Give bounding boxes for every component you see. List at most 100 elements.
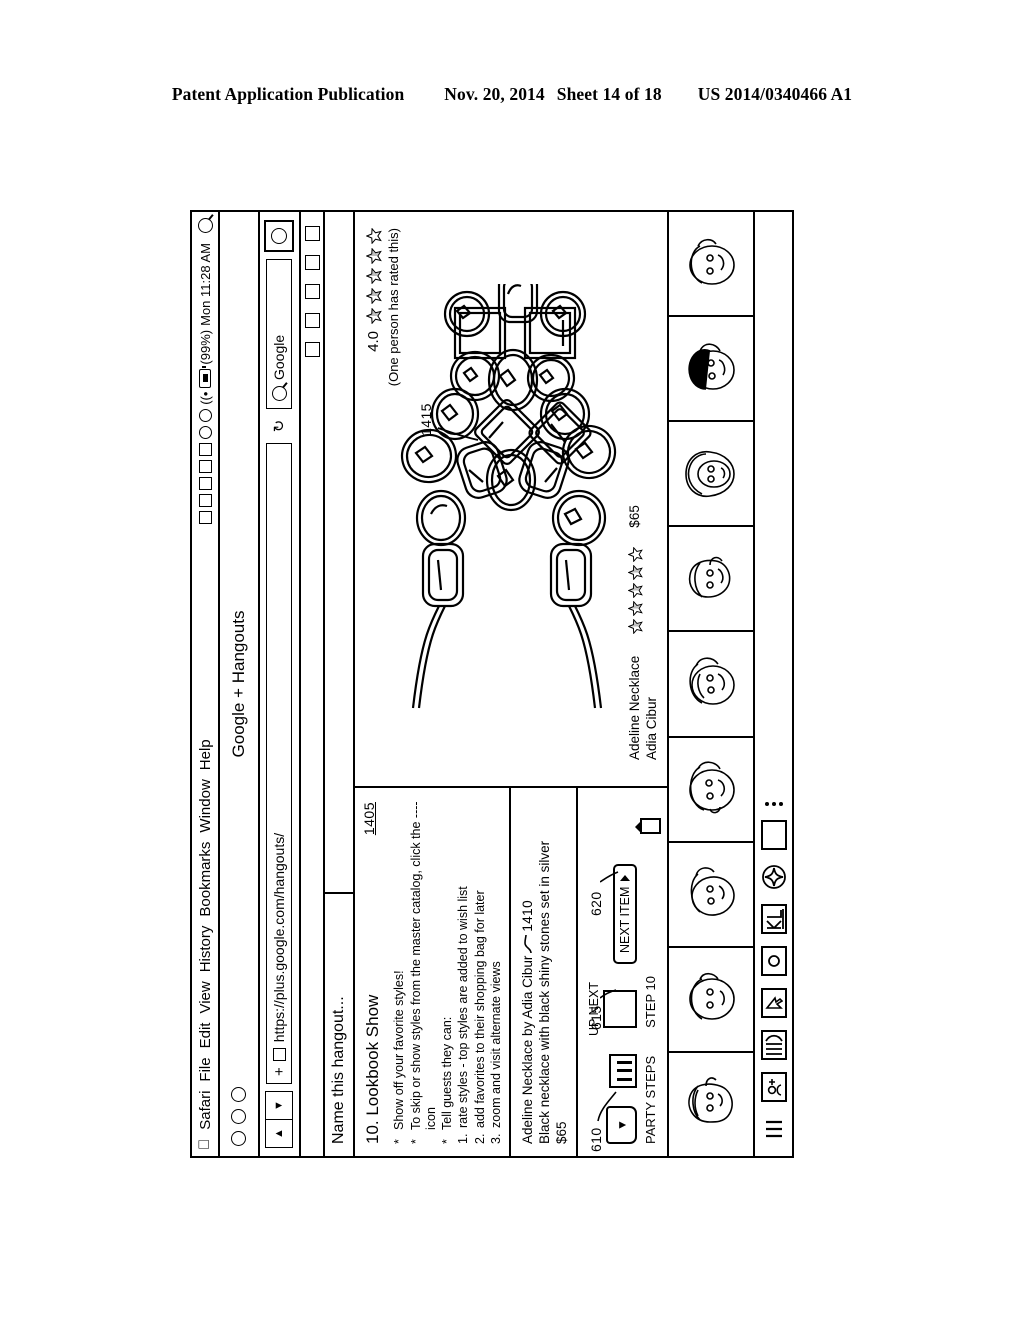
bullet-marker: * xyxy=(408,1139,423,1144)
participant-thumbnail[interactable] xyxy=(669,630,754,736)
status-icon-4[interactable] xyxy=(198,459,212,473)
bookmark-item-2[interactable] xyxy=(304,313,320,328)
tab-name-this-hangout[interactable]: Name this hangout... xyxy=(325,892,354,1156)
step-label: STEP 10 xyxy=(643,976,659,1028)
face-icon xyxy=(689,761,735,814)
star-badge-icon[interactable] xyxy=(761,862,787,892)
status-icon-3[interactable] xyxy=(198,476,212,490)
menu-bookmarks[interactable]: Bookmarks xyxy=(197,842,214,917)
search-placeholder: Google xyxy=(271,334,288,380)
participant-thumbnail[interactable] xyxy=(669,735,754,841)
record-icon[interactable] xyxy=(760,946,787,976)
menu-edit[interactable]: Edit xyxy=(197,1023,214,1049)
search-input[interactable]: Google xyxy=(266,259,293,409)
hangout-dock-toolbar xyxy=(753,212,792,1156)
equalizer-icon[interactable] xyxy=(609,1054,638,1088)
wifi-icon[interactable]: ((• xyxy=(198,392,213,405)
status-icon-7[interactable] xyxy=(198,408,212,422)
status-icon-1[interactable] xyxy=(198,510,212,524)
menu-view[interactable]: View xyxy=(197,981,214,1013)
menu-bar-status-items: ((• (99%) Mon 11:28 AM xyxy=(197,218,213,524)
pointer-icon[interactable] xyxy=(760,988,787,1018)
next-item-button[interactable]: NEXT ITEM xyxy=(613,863,638,965)
battery-icon[interactable] xyxy=(199,368,212,388)
search-icon xyxy=(271,386,287,401)
star-icon-filled[interactable] xyxy=(627,582,644,599)
add-person-icon[interactable] xyxy=(760,1072,787,1102)
party-control-row: ▼ UP NEXT NEXT ITEM xyxy=(587,800,638,1144)
bullet-marker: * xyxy=(392,1139,407,1144)
face-icon xyxy=(689,238,735,285)
menu-bar-clock: Mon 11:28 AM xyxy=(197,243,213,326)
necklace-illustration[interactable] xyxy=(365,284,645,714)
curtain-icon[interactable] xyxy=(760,1030,787,1060)
list-marker: 3. xyxy=(488,1133,503,1144)
instruction-bullet: * Tell guests they can: xyxy=(440,798,455,1144)
star-icon-filled[interactable] xyxy=(627,600,644,617)
minimize-button[interactable] xyxy=(231,1109,247,1124)
chevron-down-icon[interactable]: ▼ xyxy=(606,1106,638,1144)
star-icon-filled[interactable] xyxy=(627,564,644,581)
search-icon[interactable] xyxy=(197,218,213,233)
instructions-panel: 1405 10. Lookbook Show * Show off your f… xyxy=(355,788,509,1156)
participant-thumbnail[interactable] xyxy=(669,212,753,315)
hangout-main-area: 1405 10. Lookbook Show * Show off your f… xyxy=(355,212,668,1156)
lead-line-1410 xyxy=(523,934,533,954)
product-title-row: Adeline Necklace by Adia Cibur 1410 xyxy=(519,800,536,1144)
participant-thumbnail[interactable] xyxy=(669,945,754,1051)
participant-thumbnail[interactable] xyxy=(669,840,754,946)
tab-strip: Name this hangout... xyxy=(325,212,356,1156)
reload-icon[interactable]: ↻ xyxy=(270,416,288,436)
left-panel: 1405 10. Lookbook Show * Show off your f… xyxy=(355,786,668,1156)
menu-file[interactable]: File xyxy=(197,1057,214,1081)
bookmark-item-5[interactable] xyxy=(304,226,320,241)
instruction-text: To skip or show styles from the master c… xyxy=(408,801,438,1130)
participant-thumbnail[interactable] xyxy=(669,420,754,526)
window-title: Google + Hangouts xyxy=(228,610,248,758)
participant-thumbnail[interactable] xyxy=(669,1050,754,1156)
bookmarks-bar xyxy=(300,212,326,1156)
participant-thumbnail[interactable] xyxy=(669,315,754,421)
menu-icon[interactable] xyxy=(761,1114,787,1144)
face-icon xyxy=(688,343,735,390)
menu-help[interactable]: Help xyxy=(197,739,214,770)
reference-numeral-1405: 1405 xyxy=(361,802,378,836)
kl-icon[interactable] xyxy=(760,904,787,934)
status-icon-6[interactable] xyxy=(198,425,212,439)
publication-sheet: Sheet 14 of 18 xyxy=(556,84,662,104)
more-options-icon[interactable] xyxy=(764,802,783,806)
zoom-button[interactable] xyxy=(231,1087,247,1102)
share-icon[interactable] xyxy=(264,220,295,252)
star-icon-empty[interactable] xyxy=(627,546,644,563)
back-arrow-icon[interactable]: ▲ xyxy=(266,1119,293,1147)
instruction-text: zoom and visit alternate views xyxy=(488,961,503,1128)
caption-price: $65 xyxy=(627,505,643,528)
address-bar[interactable]: + https://plus.google.com/hangouts/ xyxy=(266,443,293,1084)
battery-percent: (99%) xyxy=(197,329,213,365)
instruction-text: add favorites to their shopping bag for … xyxy=(472,890,487,1128)
instruction-numbered-item: 2. add favorites to their shopping bag f… xyxy=(473,798,488,1144)
menu-history[interactable]: History xyxy=(197,926,214,973)
mac-menu-bar:  Safari File Edit View History Bookmark… xyxy=(192,212,221,1156)
forward-arrow-icon[interactable]: ▼ xyxy=(266,1092,292,1119)
close-button[interactable] xyxy=(231,1131,247,1146)
apple-icon[interactable]:  xyxy=(196,1139,213,1150)
status-icon-2[interactable] xyxy=(198,493,212,507)
participant-thumbnail[interactable] xyxy=(669,525,754,631)
figure-14: FIG. 14 1400  Safari File Edit View His… xyxy=(172,180,852,1180)
up-next-control[interactable]: UP NEXT xyxy=(587,982,638,1036)
caption-primary-row: Adeline Necklace $65 xyxy=(627,212,644,760)
bookmark-item-4[interactable] xyxy=(304,255,320,270)
window-controls xyxy=(231,1087,247,1156)
status-icon-5[interactable] xyxy=(198,442,212,456)
bookmark-item-1[interactable] xyxy=(304,342,320,357)
star-icon-filled[interactable] xyxy=(627,618,644,635)
caption-rating-stars[interactable] xyxy=(627,546,644,635)
menu-window[interactable]: Window xyxy=(197,779,214,832)
bookmark-item-3[interactable] xyxy=(304,284,320,299)
new-tab-button[interactable]: + xyxy=(271,1067,288,1076)
camera-icon[interactable] xyxy=(640,818,662,834)
up-next-thumbnail[interactable] xyxy=(603,990,638,1029)
blank-panel-icon[interactable] xyxy=(760,820,787,850)
menu-safari[interactable]: Safari xyxy=(197,1091,214,1130)
